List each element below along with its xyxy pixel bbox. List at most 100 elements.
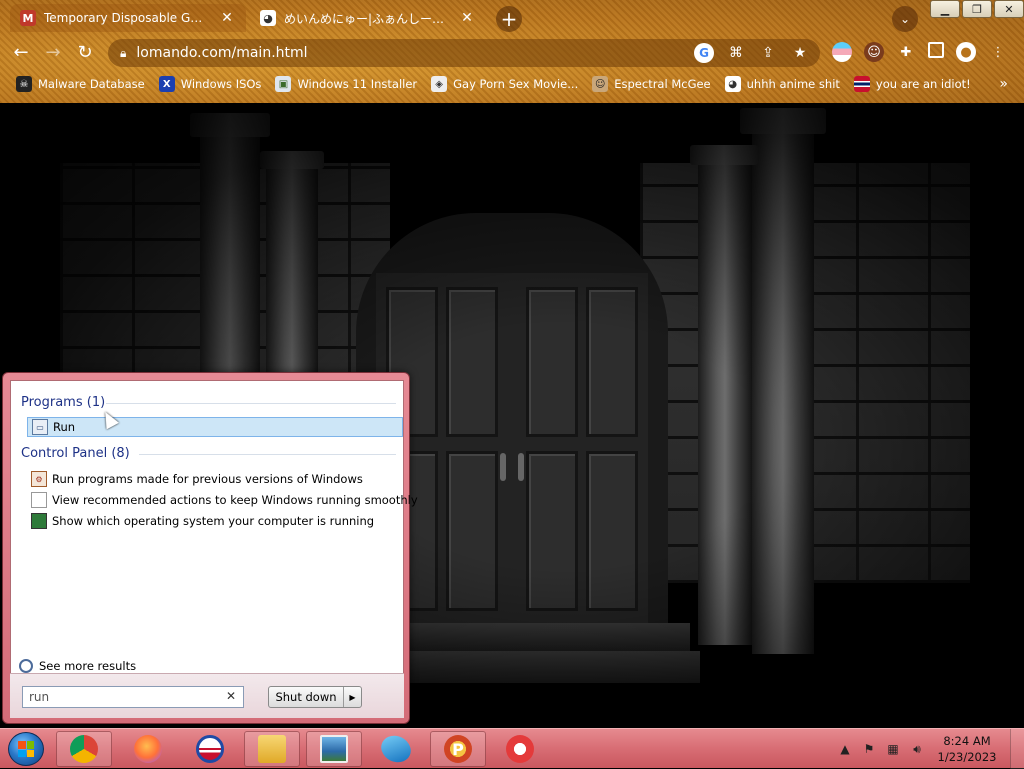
bookmarks-overflow-button[interactable]: » — [999, 76, 1008, 92]
volume-icon[interactable]: 🔊︎ — [908, 740, 926, 758]
close-tab-icon[interactable]: ✕ — [218, 10, 236, 26]
start-search-input[interactable] — [22, 686, 244, 708]
bookmark-label: Windows ISOs — [180, 77, 262, 91]
clock-date: 1/23/2023 — [937, 750, 997, 764]
firefox-icon — [134, 735, 162, 763]
restore-button[interactable]: ❐ — [962, 0, 992, 18]
taskbar-ccleaner[interactable] — [492, 731, 548, 767]
puzzle-icon[interactable]: ✚ — [896, 42, 916, 62]
taskbar-explorer[interactable] — [244, 731, 300, 767]
new-tab-button[interactable]: + — [496, 6, 522, 32]
browser-chrome: M Temporary Disposable Gmail | Te ✕ ◕ めい… — [0, 0, 1024, 103]
taskbar: P ▲ ⚑ ▦ 🔊︎ 8:24 AM 1/23/2023 — [0, 728, 1024, 769]
tab-title: Temporary Disposable Gmail | Te — [44, 11, 212, 25]
image-icon: ▣ — [275, 76, 292, 92]
lock-icon: 🔒︎ — [120, 45, 127, 60]
network-icon[interactable]: ▦ — [884, 740, 902, 758]
minimize-button[interactable]: ▁ — [930, 0, 960, 18]
star-icon[interactable]: ★ — [790, 43, 810, 63]
bookmark-label: you are an idiot! — [875, 77, 971, 91]
anime-icon: ◕ — [260, 10, 276, 26]
see-more-label: See more results — [39, 659, 137, 673]
extension-icons: ☺ ✚ ● ⋮ — [832, 42, 1008, 62]
powerpoint-icon: P — [444, 735, 472, 763]
bookmark-windows-11-installer[interactable]: ▣ Windows 11 Installer — [275, 76, 417, 92]
tab-temporary-gmail[interactable]: M Temporary Disposable Gmail | Te ✕ — [10, 4, 246, 32]
trans-flag-icon[interactable] — [832, 42, 852, 62]
bookmark-windows-isos[interactable]: X Windows ISOs — [158, 76, 262, 92]
translate-icon[interactable]: ⌘ — [726, 43, 746, 63]
clear-search-icon[interactable]: ✕ — [226, 689, 236, 703]
show-hidden-icons[interactable]: ▲ — [836, 740, 854, 758]
browser-toolbar: ← → ↻ 🔒︎ lomando.com/main.html G ⌘ ⇪ ★ ☺… — [0, 36, 1024, 68]
taskbar-chrome[interactable] — [56, 731, 112, 767]
action-center-flag-icon[interactable]: ⚑ — [860, 740, 878, 758]
result-label: Run — [53, 420, 76, 434]
ccleaner-icon — [506, 735, 534, 763]
account-icon[interactable]: ● — [956, 42, 976, 62]
dolphin-icon — [378, 731, 414, 767]
window-controls: ▁ ❐ ✕ — [928, 0, 1024, 20]
tab-title: めいんめにゅー|ふぁんしーあいらんど — [284, 11, 452, 26]
divider — [139, 454, 396, 455]
result-recommended-actions[interactable]: View recommended actions to keep Windows… — [27, 490, 418, 510]
sidepanel-icon[interactable] — [928, 42, 944, 58]
programs-group-header: Programs (1) — [21, 395, 106, 410]
taskbar-photos[interactable] — [306, 731, 362, 767]
clock-time: 8:24 AM — [943, 734, 991, 748]
clock[interactable]: 8:24 AM 1/23/2023 — [932, 733, 1002, 765]
anime-icon: ◕ — [724, 76, 741, 92]
taskbar-powerpoint[interactable]: P — [430, 731, 486, 767]
document-icon — [31, 492, 47, 508]
compat-icon: ⚙ — [31, 471, 47, 487]
show-desktop-button[interactable] — [1010, 729, 1024, 769]
shutdown-button[interactable]: Shut down ▶ — [268, 686, 362, 708]
run-icon: ▭ — [32, 419, 48, 435]
bookmark-label: Malware Database — [38, 77, 145, 91]
taskbar-dolphin[interactable] — [368, 731, 424, 767]
taskbar-firefox[interactable] — [120, 731, 176, 767]
bookmark-label: Windows 11 Installer — [297, 77, 418, 91]
bookmark-malware-database[interactable]: ☠ Malware Database — [16, 76, 145, 92]
address-bar[interactable]: 🔒︎ lomando.com/main.html G ⌘ ⇪ ★ — [108, 39, 820, 67]
see-more-results-link[interactable]: See more results — [19, 659, 136, 673]
google-icon[interactable]: G — [694, 43, 714, 63]
obama-logo-icon — [196, 735, 224, 763]
bookmark-espectral-mcgee[interactable]: ☺ Espectral McGee — [592, 76, 711, 92]
tab-search-button[interactable]: ⌄ — [892, 6, 918, 32]
result-system-info[interactable]: Show which operating system your compute… — [27, 511, 374, 531]
start-menu: Programs (1) ▭ Run Control Panel (8) ⚙ R… — [2, 372, 418, 724]
result-run[interactable]: ▭ Run — [27, 417, 403, 437]
close-window-button[interactable]: ✕ — [994, 0, 1024, 18]
bookmark-movie[interactable]: ◈ Gay Porn Sex Movie... — [431, 76, 578, 92]
menu-kebab-icon[interactable]: ⋮ — [988, 42, 1008, 62]
tab-anime-menu[interactable]: ◕ めいんめにゅー|ふぁんしーあいらんど ✕ — [250, 4, 486, 32]
result-compat[interactable]: ⚙ Run programs made for previous version… — [27, 469, 363, 489]
bookmark-anime[interactable]: ◕ uhhh anime shit — [724, 76, 840, 92]
start-menu-footer: ✕ Shut down ▶ — [10, 673, 404, 718]
share-icon[interactable]: ⇪ — [758, 43, 778, 63]
result-label: Run programs made for previous versions … — [52, 472, 363, 486]
monitor-icon — [31, 513, 47, 529]
windows-logo-icon — [18, 741, 34, 757]
system-tray: ▲ ⚑ ▦ 🔊︎ 8:24 AM 1/23/2023 — [836, 729, 1024, 769]
shutdown-options-arrow[interactable]: ▶ — [343, 687, 361, 707]
start-menu-results: Programs (1) ▭ Run Control Panel (8) ⚙ R… — [10, 380, 418, 718]
close-tab-icon[interactable]: ✕ — [458, 10, 476, 26]
omnibox-actions: G ⌘ ⇪ ★ — [694, 43, 810, 63]
control-panel-group-header: Control Panel (8) — [21, 446, 130, 461]
divider — [106, 403, 396, 404]
gmail-icon: M — [20, 10, 36, 26]
taskbar-obama[interactable] — [182, 731, 238, 767]
bookmark-label: Gay Porn Sex Movie... — [453, 77, 579, 91]
bookmark-you-are-an-idiot[interactable]: you are an idiot! — [853, 76, 971, 92]
profile-avatar-icon[interactable]: ☺ — [864, 42, 884, 62]
start-button[interactable] — [8, 732, 44, 766]
cube-icon: ◈ — [431, 76, 448, 92]
url-text: lomando.com/main.html — [136, 45, 308, 61]
reload-button[interactable]: ↻ — [72, 39, 98, 65]
forward-button[interactable]: → — [40, 39, 66, 65]
photo-viewer-icon — [320, 735, 348, 763]
result-label: View recommended actions to keep Windows… — [52, 493, 418, 507]
back-button[interactable]: ← — [8, 39, 34, 65]
